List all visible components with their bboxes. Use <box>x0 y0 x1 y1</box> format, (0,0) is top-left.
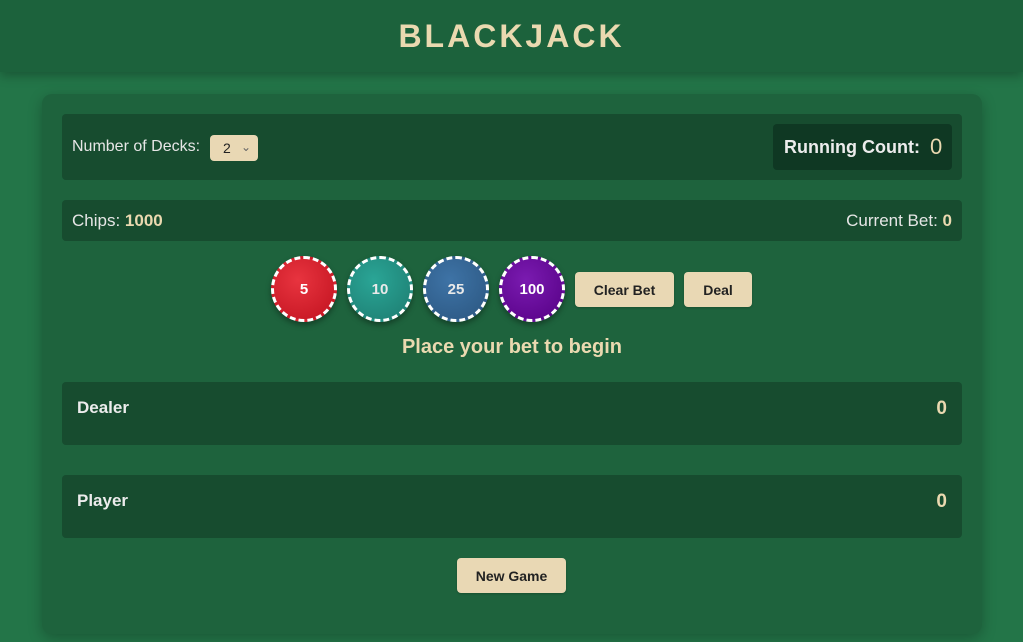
current-bet-value: 0 <box>942 211 952 230</box>
status-message: Place your bet to begin <box>401 336 623 358</box>
settings-bar: Number of Decks: 2 ⌄ Running Count: 0 <box>62 114 962 180</box>
game-table: Number of Decks: 2 ⌄ Running Count: 0 Ch… <box>42 94 982 634</box>
decks-select[interactable]: 2 ⌄ <box>210 135 258 161</box>
decks-select-value: 2 <box>223 140 231 156</box>
current-bet-label: Current Bet: <box>846 211 938 230</box>
decks-label: Number of Decks: <box>72 138 201 155</box>
chip-10-button[interactable]: 10 <box>347 256 413 322</box>
chips-value: 1000 <box>124 211 163 230</box>
header-bar: BLACKJACK <box>0 0 1023 72</box>
chip-25-button[interactable]: 25 <box>423 256 489 322</box>
chip-25-label: 25 <box>447 280 465 298</box>
running-count-label: Running Count: <box>784 136 920 157</box>
new-game-button[interactable]: New Game <box>457 558 566 593</box>
dealer-score: 0 <box>936 398 947 419</box>
chip-5-button[interactable]: 5 <box>271 256 337 322</box>
current-bet-display: Current Bet: 0 <box>846 211 952 231</box>
chip-10-label: 10 <box>371 280 389 298</box>
player-label: Player <box>77 491 129 510</box>
chevron-down-icon: ⌄ <box>240 140 251 154</box>
running-count-box: Running Count: 0 <box>773 124 952 170</box>
running-count-value: 0 <box>929 134 943 159</box>
deal-button[interactable]: Deal <box>684 272 752 307</box>
chip-100-button[interactable]: 100 <box>499 256 565 322</box>
chips-display: Chips: 1000 <box>72 211 163 231</box>
player-score: 0 <box>936 491 947 512</box>
page-title: BLACKJACK <box>398 17 625 54</box>
bank-bar: Chips: 1000 Current Bet: 0 <box>62 200 962 241</box>
chips-label: Chips: <box>72 211 121 230</box>
dealer-label: Dealer <box>77 398 129 417</box>
clear-bet-button[interactable]: Clear Bet <box>575 272 674 307</box>
chip-100-label: 100 <box>519 280 545 298</box>
chip-5-label: 5 <box>299 280 309 298</box>
player-hand-area: Player 0 <box>62 475 962 538</box>
dealer-hand-area: Dealer 0 <box>62 382 962 445</box>
